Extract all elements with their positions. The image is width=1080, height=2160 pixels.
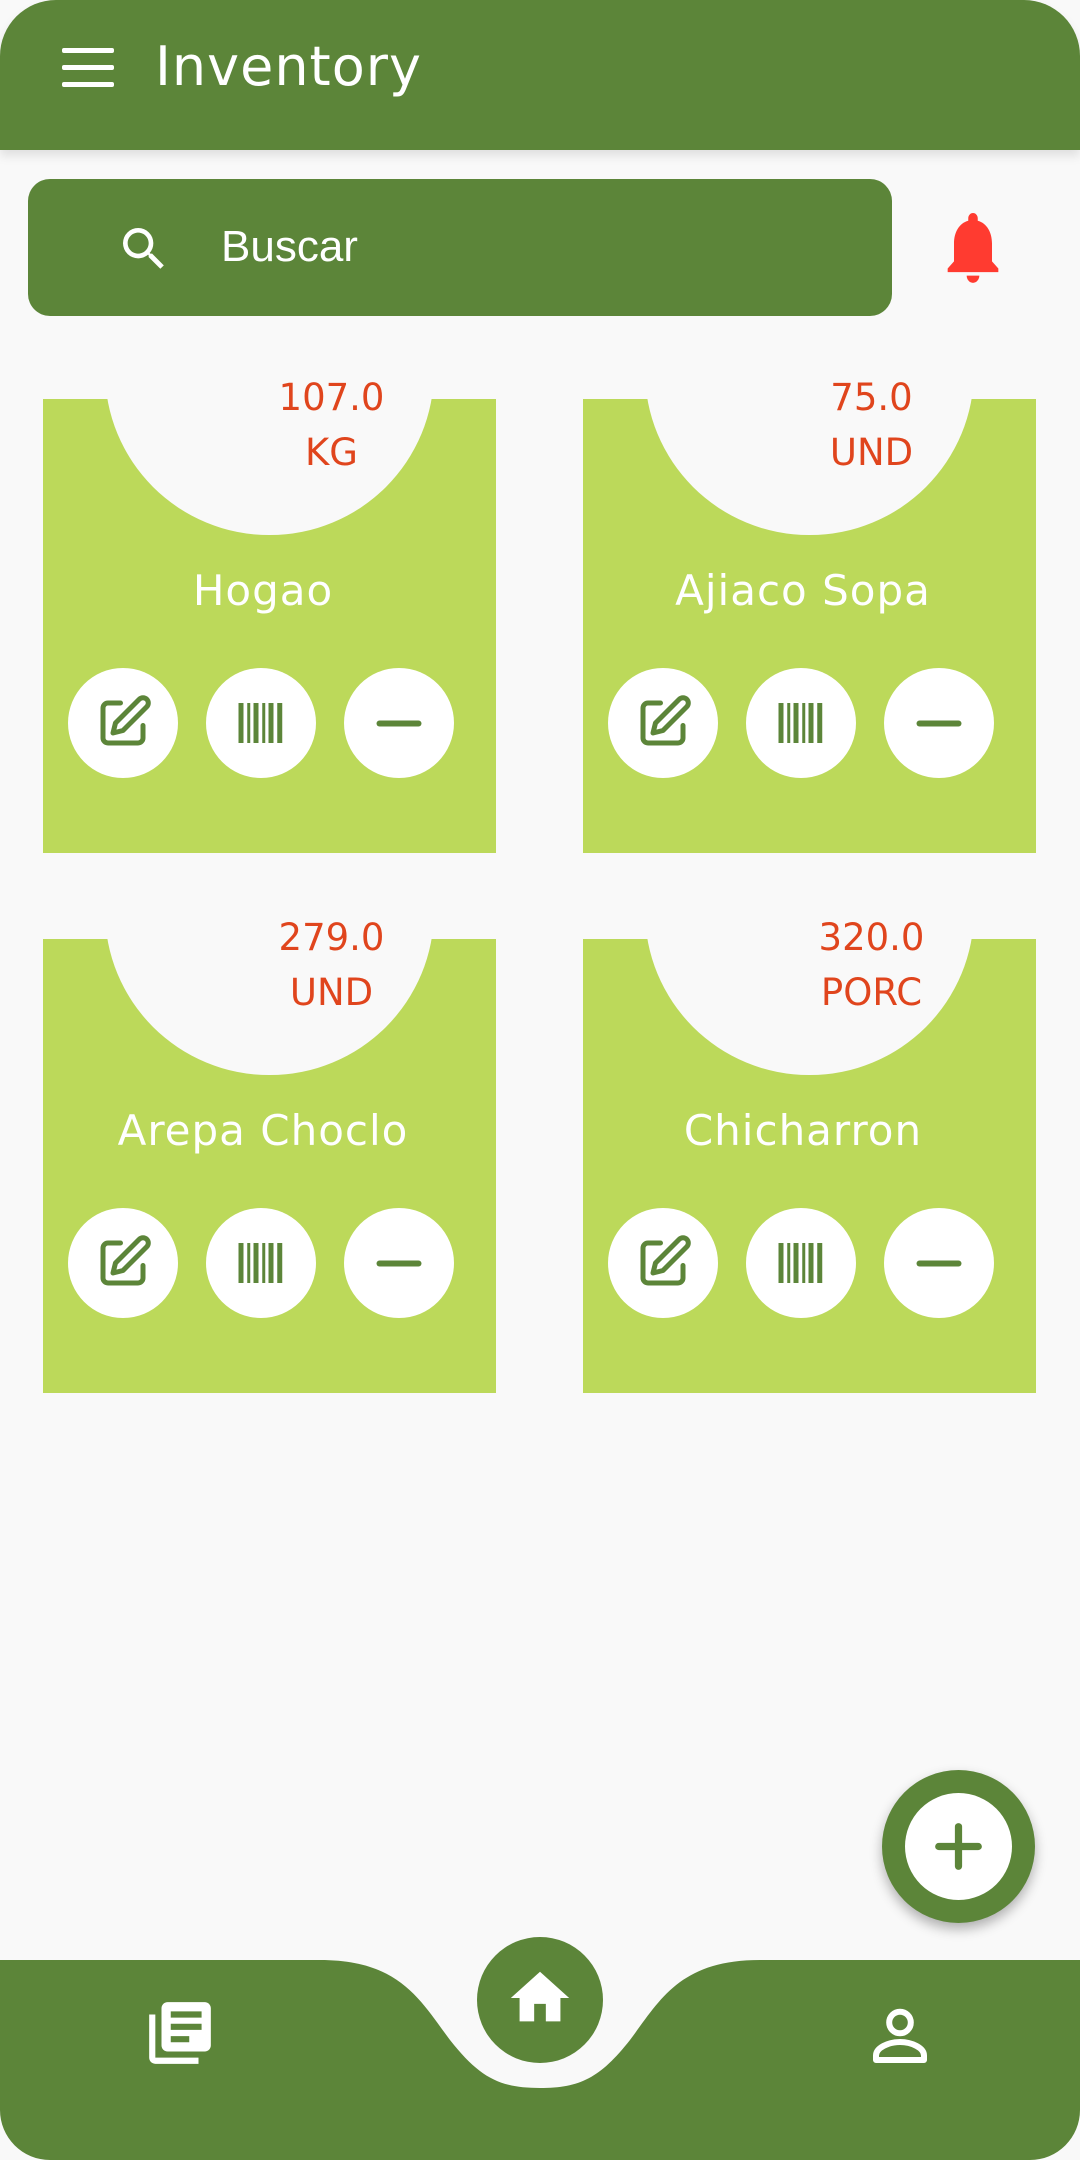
minus-icon: [916, 1260, 962, 1267]
document-list-icon[interactable]: [143, 1996, 217, 2070]
edit-button[interactable]: [68, 668, 178, 778]
minus-icon: [376, 1260, 422, 1267]
decrease-button[interactable]: [344, 1208, 454, 1318]
decrease-button[interactable]: [884, 668, 994, 778]
inventory-card[interactable]: 107.0 KG Hogao: [43, 371, 496, 853]
quantity-badge: 107.0 KG: [105, 371, 434, 535]
page-title: Inventory: [155, 35, 422, 98]
search-input[interactable]: Buscar: [221, 219, 358, 275]
quantity-value: 279.0: [278, 916, 385, 959]
quantity-unit: PORC: [820, 971, 923, 1014]
quantity-value: 107.0: [278, 376, 385, 419]
item-name: Arepa Choclo: [117, 1106, 409, 1155]
decrease-button[interactable]: [344, 668, 454, 778]
barcode-icon: [778, 703, 823, 743]
item-name: Chicharron: [683, 1106, 923, 1155]
quantity-badge: 279.0 UND: [105, 911, 434, 1075]
quantity-badge: 320.0 PORC: [645, 911, 974, 1075]
home-button[interactable]: [477, 1937, 603, 2063]
barcode-button[interactable]: [746, 668, 856, 778]
item-name: Ajiaco Sopa: [675, 566, 931, 615]
edit-button[interactable]: [608, 668, 718, 778]
edit-icon: [640, 695, 691, 746]
search-icon: [123, 228, 164, 269]
person-icon[interactable]: [864, 2000, 936, 2072]
minus-icon: [916, 720, 962, 727]
quantity-badge: 75.0 UND: [645, 371, 974, 535]
barcode-button[interactable]: [746, 1208, 856, 1318]
barcode-icon: [778, 1243, 823, 1283]
app-bar: Inventory: [0, 0, 1080, 150]
quantity-unit: UND: [289, 971, 374, 1014]
search-bar[interactable]: Buscar: [28, 179, 892, 316]
home-icon: [510, 1971, 570, 2022]
edit-icon: [640, 1235, 691, 1286]
quantity-unit: KG: [305, 431, 358, 474]
edit-button[interactable]: [68, 1208, 178, 1318]
add-item-button[interactable]: [882, 1770, 1035, 1923]
edit-button[interactable]: [608, 1208, 718, 1318]
edit-icon: [100, 695, 151, 746]
item-name: Hogao: [192, 566, 334, 615]
barcode-button[interactable]: [206, 1208, 316, 1318]
decrease-button[interactable]: [884, 1208, 994, 1318]
barcode-icon: [238, 703, 283, 743]
add-button-inner: [905, 1793, 1012, 1900]
minus-icon: [376, 720, 422, 727]
bell-icon[interactable]: [935, 204, 1011, 290]
barcode-button[interactable]: [206, 668, 316, 778]
inventory-card[interactable]: 320.0 PORC Chicharron: [583, 911, 1036, 1393]
plus-icon: [935, 1823, 982, 1870]
quantity-value: 75.0: [830, 376, 913, 419]
quantity-value: 320.0: [818, 916, 925, 959]
edit-icon: [100, 1235, 151, 1286]
quantity-unit: UND: [829, 431, 914, 474]
hamburger-menu-icon[interactable]: [62, 48, 114, 88]
inventory-card[interactable]: 75.0 UND Ajiaco Sopa: [583, 371, 1036, 853]
barcode-icon: [238, 1243, 283, 1283]
inventory-card[interactable]: 279.0 UND Arepa Choclo: [43, 911, 496, 1393]
